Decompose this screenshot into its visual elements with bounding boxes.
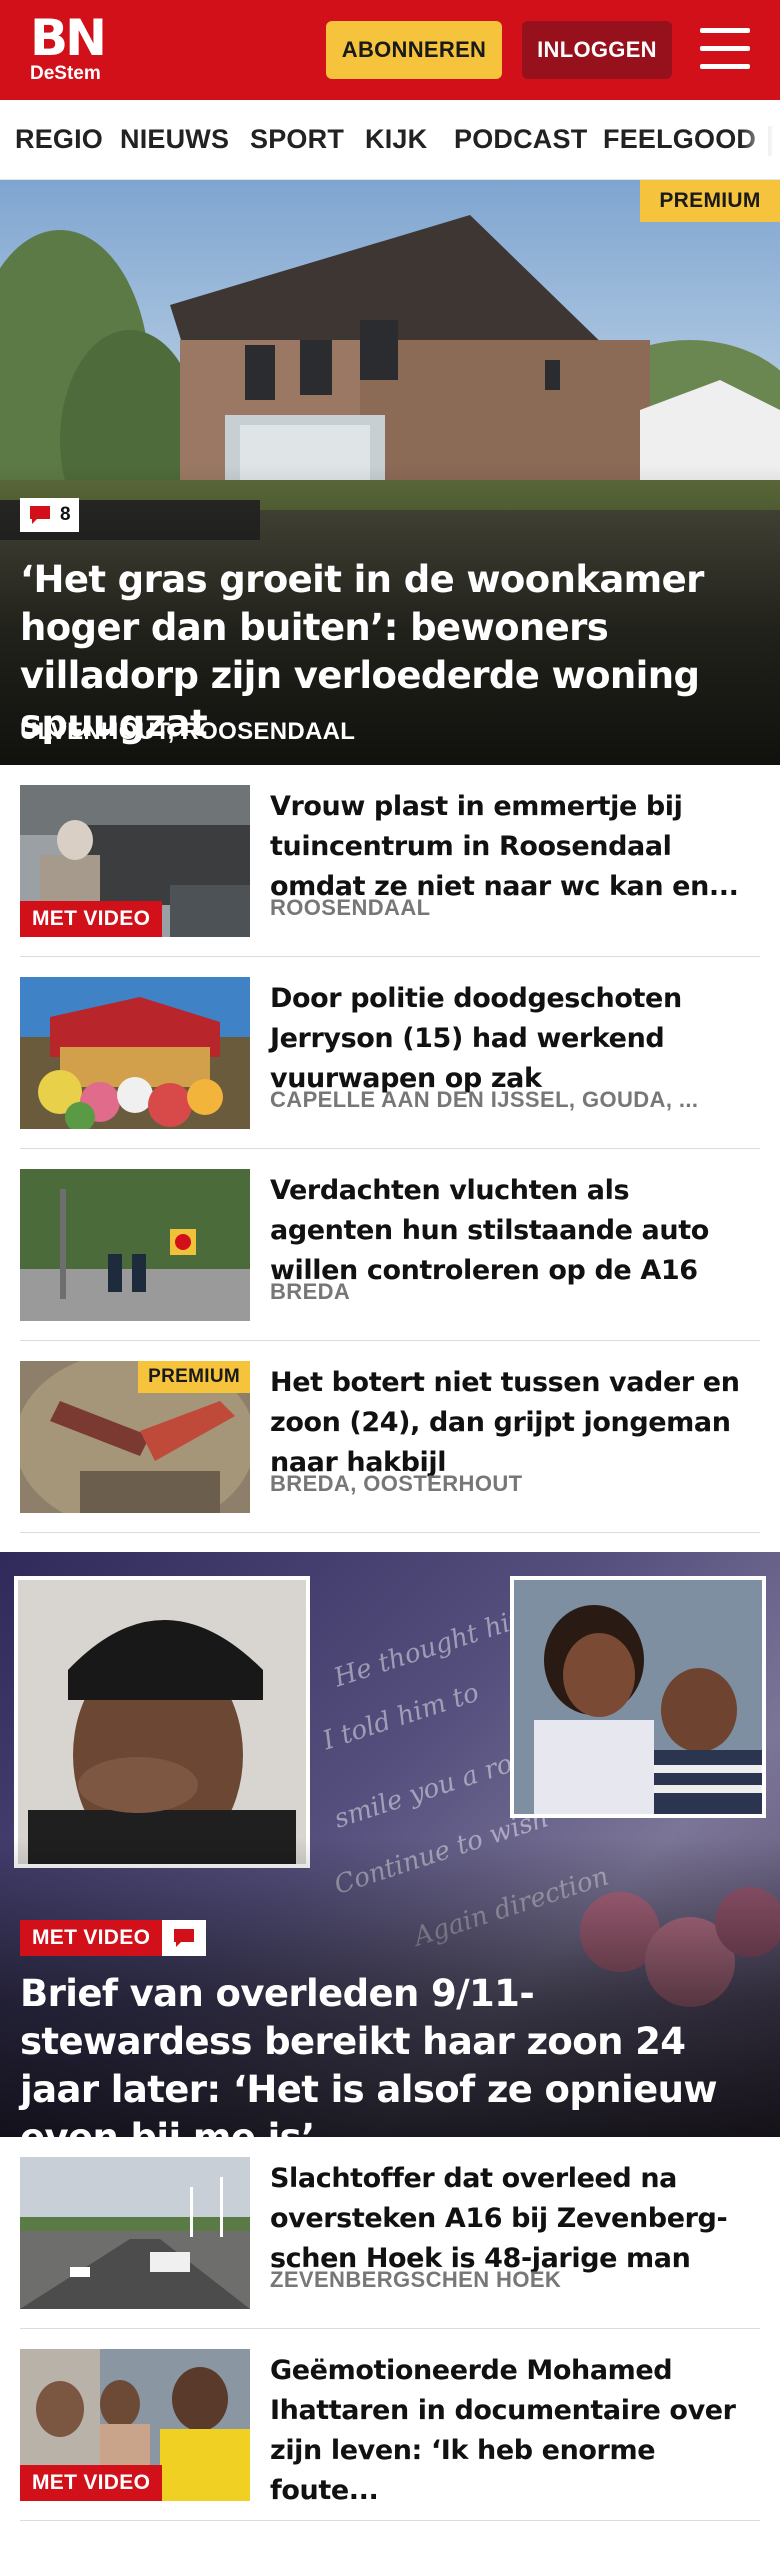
hero2-photo-left <box>14 1576 310 1868</box>
comment-count: 8 <box>60 504 71 525</box>
section-nav: REGIO NIEUWS SPORT KIJK PODCAST FEELGOOD <box>0 100 780 180</box>
article-thumbnail: MET VIDEO <box>20 785 250 937</box>
article-location: CAPELLE AAN DEN IJSSEL, GOUDA, ... <box>270 1087 699 1112</box>
nav-item-feelgood[interactable]: FEELGOOD <box>603 124 756 155</box>
premium-badge: PREMIUM <box>640 180 780 222</box>
article-location: BREDA, OOSTERHOUT <box>270 1471 523 1496</box>
article-thumbnail <box>20 1169 250 1321</box>
video-badge: MET VIDEO <box>20 901 163 937</box>
hero2-title[interactable]: Brief van overleden 9/11-stewardess bere… <box>20 1970 760 2137</box>
article-title[interactable]: Het botert niet tussen vader en zoon (24… <box>270 1363 760 1483</box>
hero-article-video[interactable]: He thought him I told him to smile you a… <box>0 1552 780 2137</box>
comment-icon <box>30 506 50 524</box>
site-header: BN DeStem ABONNEREN INLOGGEN <box>0 0 780 100</box>
nav-item-podcast[interactable]: PODCAST <box>454 124 587 155</box>
article-title[interactable]: Slachtoffer dat overleed na oversteken A… <box>270 2159 760 2279</box>
hamburger-menu-icon[interactable] <box>700 28 750 72</box>
article-thumbnail: PREMIUM <box>20 1361 250 1513</box>
article-thumbnail <box>20 977 250 1129</box>
article-title[interactable]: Verdachten vluchten als agenten hun stil… <box>270 1171 760 1291</box>
logo-main-text: BN <box>30 9 107 67</box>
hero2-photo-right <box>510 1576 766 1818</box>
hero2-tag-row: MET VIDEO <box>20 1920 207 1956</box>
logo-sub-text: DeStem <box>30 63 101 84</box>
nav-item-sport[interactable]: SPORT <box>250 124 344 155</box>
list-item[interactable]: MET VIDEO Geëmotioneerde Mohamed Ihattar… <box>20 2329 760 2521</box>
article-thumbnail: MET VIDEO <box>20 2349 250 2501</box>
nav-fade <box>740 100 780 179</box>
hero-article[interactable]: PREMIUM 8 ‘Het gras groeit in de woonkam… <box>0 180 780 765</box>
comment-icon <box>174 1929 195 1947</box>
comment-badge[interactable] <box>162 1920 207 1956</box>
nav-item-regio[interactable]: REGIO <box>15 124 103 155</box>
article-thumbnail <box>20 2157 250 2309</box>
article-location: BREDA <box>270 1279 351 1304</box>
list-item[interactable]: MET VIDEO Vrouw plast in emmertje bij tu… <box>20 765 760 957</box>
article-location: ZEVENBERGSCHEN HOEK <box>270 2267 562 2292</box>
article-title[interactable]: Door politie doodgeschoten Jerryson (15)… <box>270 979 760 1099</box>
hero-location: ULVENHOUT, ROOSENDAAL <box>20 718 356 745</box>
premium-badge: PREMIUM <box>138 1361 250 1393</box>
video-badge: MET VIDEO <box>20 2465 163 2501</box>
subscribe-button[interactable]: ABONNEREN <box>326 21 502 79</box>
comment-count-badge[interactable]: 8 <box>20 498 79 532</box>
video-badge: MET VIDEO <box>20 1920 163 1956</box>
site-logo[interactable]: BN DeStem <box>30 9 107 84</box>
article-location: ROOSENDAAL <box>270 895 431 920</box>
article-title[interactable]: Geëmotioneerde Mohamed Ihattaren in docu… <box>270 2351 760 2511</box>
nav-item-nieuws[interactable]: NIEUWS <box>120 124 229 155</box>
list-item[interactable]: Verdachten vluchten als agenten hun stil… <box>20 1149 760 1341</box>
article-title[interactable]: Vrouw plast in emmertje bij tuincentrum … <box>270 787 760 907</box>
login-button[interactable]: INLOGGEN <box>522 21 672 79</box>
list-item[interactable]: PREMIUM Het botert niet tussen vader en … <box>20 1341 760 1533</box>
nav-item-kijk[interactable]: KIJK <box>365 124 427 155</box>
list-item[interactable]: Door politie doodgeschoten Jerryson (15)… <box>20 957 760 1149</box>
list-item[interactable]: Slachtoffer dat overleed na oversteken A… <box>20 2137 760 2329</box>
